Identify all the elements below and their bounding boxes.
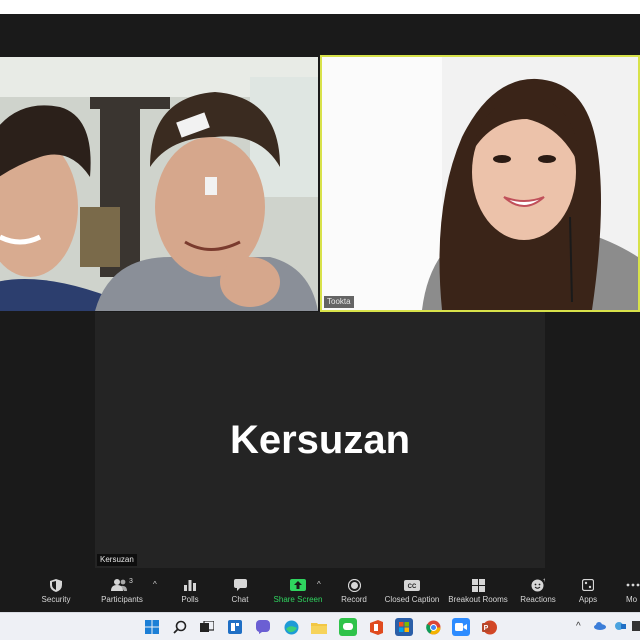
chat-label: Chat [231, 595, 249, 604]
edge-icon[interactable] [282, 618, 300, 636]
window-top-strip [0, 0, 640, 14]
search-icon[interactable] [171, 618, 189, 636]
more-button[interactable]: Mo [626, 576, 640, 610]
video-feed-2 [322, 57, 638, 310]
polls-bar-icon [184, 576, 196, 594]
record-icon [347, 576, 361, 594]
apps-label: Apps [578, 595, 598, 604]
breakout-rooms-button[interactable]: Breakout Rooms [447, 576, 509, 610]
closed-caption-cc-icon: CC [404, 576, 420, 594]
video-gallery: Tookta Kersuzan Kersuzan [0, 14, 640, 574]
participants-count: 3 [129, 577, 133, 585]
chrome-icon[interactable] [424, 618, 442, 636]
more-dots-icon [626, 576, 640, 594]
security-button[interactable]: Security [38, 576, 74, 610]
closed-caption-label: Closed Caption [384, 595, 440, 604]
share-screen-arrow-icon [290, 576, 306, 594]
participants-options-caret-icon[interactable]: ^ [153, 580, 157, 589]
teams-chat-icon[interactable] [254, 618, 272, 636]
reactions-smiley-icon: + [531, 576, 545, 594]
record-button[interactable]: Record [340, 576, 368, 610]
breakout-rooms-label: Breakout Rooms [448, 595, 508, 604]
participants-icon: 3 [111, 576, 133, 594]
svg-text:+: + [543, 578, 545, 584]
reactions-button[interactable]: + Reactions [518, 576, 558, 610]
share-screen-options-caret-icon[interactable]: ^ [317, 580, 321, 589]
participant-display-name: Kersuzan [229, 417, 411, 462]
closed-caption-button[interactable]: CC Closed Caption [383, 576, 441, 610]
svg-text:CC: CC [408, 584, 417, 590]
video-tile-participant-3[interactable]: Kersuzan Kersuzan [95, 312, 545, 568]
participant-name-tag: Kersuzan [97, 554, 137, 566]
task-view-icon[interactable] [198, 618, 216, 636]
tray-app-icon[interactable] [614, 621, 626, 634]
security-label: Security [41, 595, 71, 604]
widgets-icon[interactable] [226, 618, 244, 636]
apps-button[interactable]: Apps [576, 576, 600, 610]
participants-button[interactable]: 3 Participants [98, 576, 146, 610]
polls-label: Polls [181, 595, 199, 604]
participants-label: Participants [101, 595, 143, 604]
share-screen-label: Share Screen [273, 595, 323, 604]
chat-bubble-icon [233, 576, 247, 594]
tray-overflow-chevron-icon[interactable]: ^ [576, 621, 581, 632]
windows-start-icon[interactable] [143, 618, 161, 636]
reactions-label: Reactions [520, 595, 556, 604]
polls-button[interactable]: Polls [177, 576, 203, 610]
record-label: Record [341, 595, 367, 604]
chat-button[interactable]: Chat [228, 576, 252, 610]
apps-icon [582, 576, 594, 594]
tray-cloud-icon[interactable] [594, 621, 606, 633]
file-explorer-icon[interactable] [310, 618, 328, 636]
office-icon[interactable] [367, 618, 385, 636]
store-icon[interactable] [395, 618, 413, 636]
powerpoint-icon[interactable]: P [480, 618, 498, 636]
video-tile-participant-2[interactable]: Tookta [320, 55, 640, 312]
video-tile-participant-1[interactable] [0, 57, 318, 311]
video-feed-1 [0, 57, 318, 311]
zoom-meeting-window: Tookta Kersuzan Kersuzan Security 3 Part… [0, 0, 640, 640]
tray-network-icon[interactable] [632, 621, 640, 634]
meeting-controls-toolbar: Security 3 Participants ^ Polls Chat Sha… [0, 574, 640, 612]
breakout-rooms-grid-icon [471, 576, 485, 594]
line-icon[interactable] [339, 618, 357, 636]
more-label: Mo [626, 595, 638, 604]
windows-taskbar: P ^ [0, 612, 640, 640]
participant-name-tag: Tookta [324, 296, 354, 308]
shield-icon [50, 576, 62, 594]
zoom-icon[interactable] [452, 618, 470, 636]
svg-text:P: P [483, 625, 488, 632]
